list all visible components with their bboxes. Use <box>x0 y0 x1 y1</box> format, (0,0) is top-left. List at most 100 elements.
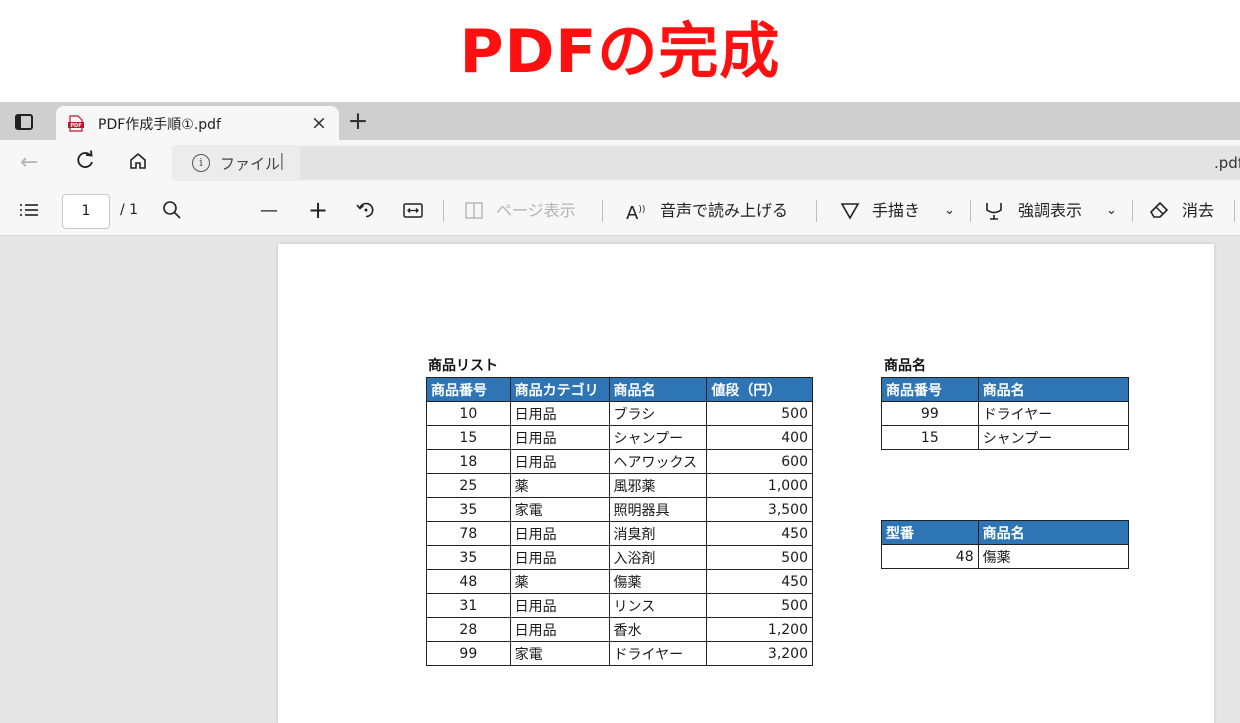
table-row: 25 薬風邪薬 1,000 <box>426 473 813 498</box>
table-cell: ドライヤー <box>608 641 708 666</box>
pdf-viewer: 商品リスト 商品番号 商品カテゴリ 商品名 値段（円） 10 日用品 ブラシ 500 15 日用… <box>0 236 1240 723</box>
refresh-icon[interactable] <box>74 150 96 176</box>
info-icon[interactable]: i <box>192 154 210 172</box>
table-cell: 28 <box>426 617 511 642</box>
url-tail: .pdf <box>1214 154 1240 172</box>
table-cell: 日用品 <box>509 521 610 546</box>
highlight-chevron-down-icon[interactable]: ⌄ <box>1106 186 1117 235</box>
toolbar-divider <box>816 200 817 222</box>
table-cell: 10 <box>426 401 511 426</box>
table-row: 35 家電 照明器具 3,500 <box>426 497 813 522</box>
table-header-row: 商品番号 商品名 <box>881 377 1130 402</box>
banner-title: PDFの完成 <box>459 17 781 87</box>
search-icon[interactable] <box>162 186 182 235</box>
table-cell: リンス <box>608 593 708 618</box>
table-cell: ヘアワックス <box>608 449 708 474</box>
table-cell: シャンプー <box>977 425 1130 450</box>
product-name-title: 商品名 <box>884 358 926 374</box>
table-cell: 風邪薬 <box>608 473 708 498</box>
table-cell: 1,200 <box>706 617 813 642</box>
table-cell: 傷薬 <box>977 544 1130 569</box>
table-cell: 450 <box>706 521 813 546</box>
table-cell: 日用品 <box>509 425 610 450</box>
draw-button[interactable]: 手描き <box>872 186 920 235</box>
table-cell: 25 <box>426 473 511 498</box>
table-row: 48 傷薬 <box>881 544 1130 569</box>
table-row: 35 日用品 入浴剤 500 <box>426 545 813 570</box>
tab-pdf[interactable]: PDF PDF作成手順①.pdf × <box>56 106 339 140</box>
read-aloud-icon[interactable]: A)) <box>626 186 645 235</box>
erase-button[interactable]: 消去 <box>1182 186 1214 235</box>
table-cell: 600 <box>706 449 813 474</box>
column-header: 商品番号 <box>881 377 979 402</box>
tab-strip: PDF PDF作成手順①.pdf × + <box>0 102 1240 140</box>
table-row: 15 日用品 シャンプー 400 <box>426 425 813 450</box>
table-cell: 99 <box>881 401 979 426</box>
tab-actions-icon[interactable] <box>14 112 36 132</box>
fit-width-icon[interactable] <box>402 186 424 235</box>
page-number-input[interactable]: 1 <box>62 194 110 229</box>
table-cell: 48 <box>426 569 511 594</box>
draw-icon[interactable] <box>840 186 860 235</box>
column-header: 型番 <box>881 520 979 545</box>
svg-text:PDF: PDF <box>70 123 81 129</box>
new-tab-button[interactable]: + <box>345 106 371 135</box>
address-bar[interactable]: i ファイル | <box>172 145 1240 181</box>
page-view-button: ページ表示 <box>496 201 576 220</box>
table-row: 48 薬傷薬 450 <box>426 569 813 594</box>
url-field[interactable] <box>300 147 1240 179</box>
table-cell: 31 <box>426 593 511 618</box>
column-header: 商品名 <box>977 520 1130 545</box>
table-row: 99 家電 ドライヤー 3,200 <box>426 641 813 666</box>
zoom-in-button[interactable]: + <box>308 186 328 235</box>
table-cell: 15 <box>881 425 979 450</box>
table-cell: 家電 <box>509 641 610 666</box>
product-list-table: 商品番号 商品カテゴリ 商品名 値段（円） 10 日用品 ブラシ 500 15 日用品 シャンプー… <box>426 377 813 666</box>
read-aloud-button[interactable]: 音声で読み上げる <box>660 186 788 235</box>
table-cell: 48 <box>881 544 979 569</box>
table-row: 28 日用品 香水 1,200 <box>426 617 813 642</box>
back-arrow-icon[interactable]: ← <box>20 150 38 175</box>
table-cell: 日用品 <box>509 449 610 474</box>
table-cell: 500 <box>706 593 813 618</box>
table-cell: 35 <box>426 497 511 522</box>
table-cell: 400 <box>706 425 813 450</box>
table-cell: 薬 <box>509 569 610 594</box>
table-header-row: 商品番号 商品カテゴリ 商品名 値段（円） <box>426 377 813 402</box>
toolbar-divider <box>1234 200 1235 222</box>
zoom-out-button[interactable]: — <box>260 186 278 235</box>
table-row: 78 日用品 消臭剤 450 <box>426 521 813 546</box>
table-cell: 99 <box>426 641 511 666</box>
column-header: 商品名 <box>608 377 708 402</box>
model-number-table: 型番 商品名 48 傷薬 <box>881 520 1130 569</box>
table-header-row: 型番 商品名 <box>881 520 1130 545</box>
table-cell: ドライヤー <box>977 401 1130 426</box>
table-cell: 日用品 <box>509 617 610 642</box>
tab-close-button[interactable]: × <box>309 112 329 134</box>
table-cell: 78 <box>426 521 511 546</box>
highlight-button[interactable]: 強調表示 <box>1018 186 1082 235</box>
table-cell: 500 <box>706 401 813 426</box>
address-separator: | <box>279 151 285 171</box>
highlight-icon[interactable] <box>984 186 1004 235</box>
table-cell: 薬 <box>509 473 610 498</box>
table-cell: 日用品 <box>509 401 610 426</box>
draw-chevron-down-icon[interactable]: ⌄ <box>944 186 955 235</box>
table-cell: 家電 <box>509 497 610 522</box>
table-row: 10 日用品 ブラシ 500 <box>426 401 813 426</box>
table-cell: ブラシ <box>608 401 708 426</box>
eraser-icon[interactable] <box>1148 186 1170 235</box>
table-cell: 3,200 <box>706 641 813 666</box>
table-cell: 日用品 <box>509 545 610 570</box>
home-icon[interactable] <box>128 151 148 175</box>
navigation-bar: ← i ファイル | .pdf <box>0 140 1240 186</box>
table-of-contents-icon[interactable] <box>18 186 40 235</box>
column-header: 商品名 <box>977 377 1130 402</box>
rotate-icon[interactable] <box>356 186 376 235</box>
toolbar-divider <box>602 200 603 222</box>
page-total: / 1 <box>120 202 139 218</box>
column-header: 商品番号 <box>426 377 511 402</box>
table-cell: 香水 <box>608 617 708 642</box>
column-header: 値段（円） <box>706 377 813 402</box>
tab-title: PDF作成手順①.pdf <box>98 117 221 133</box>
